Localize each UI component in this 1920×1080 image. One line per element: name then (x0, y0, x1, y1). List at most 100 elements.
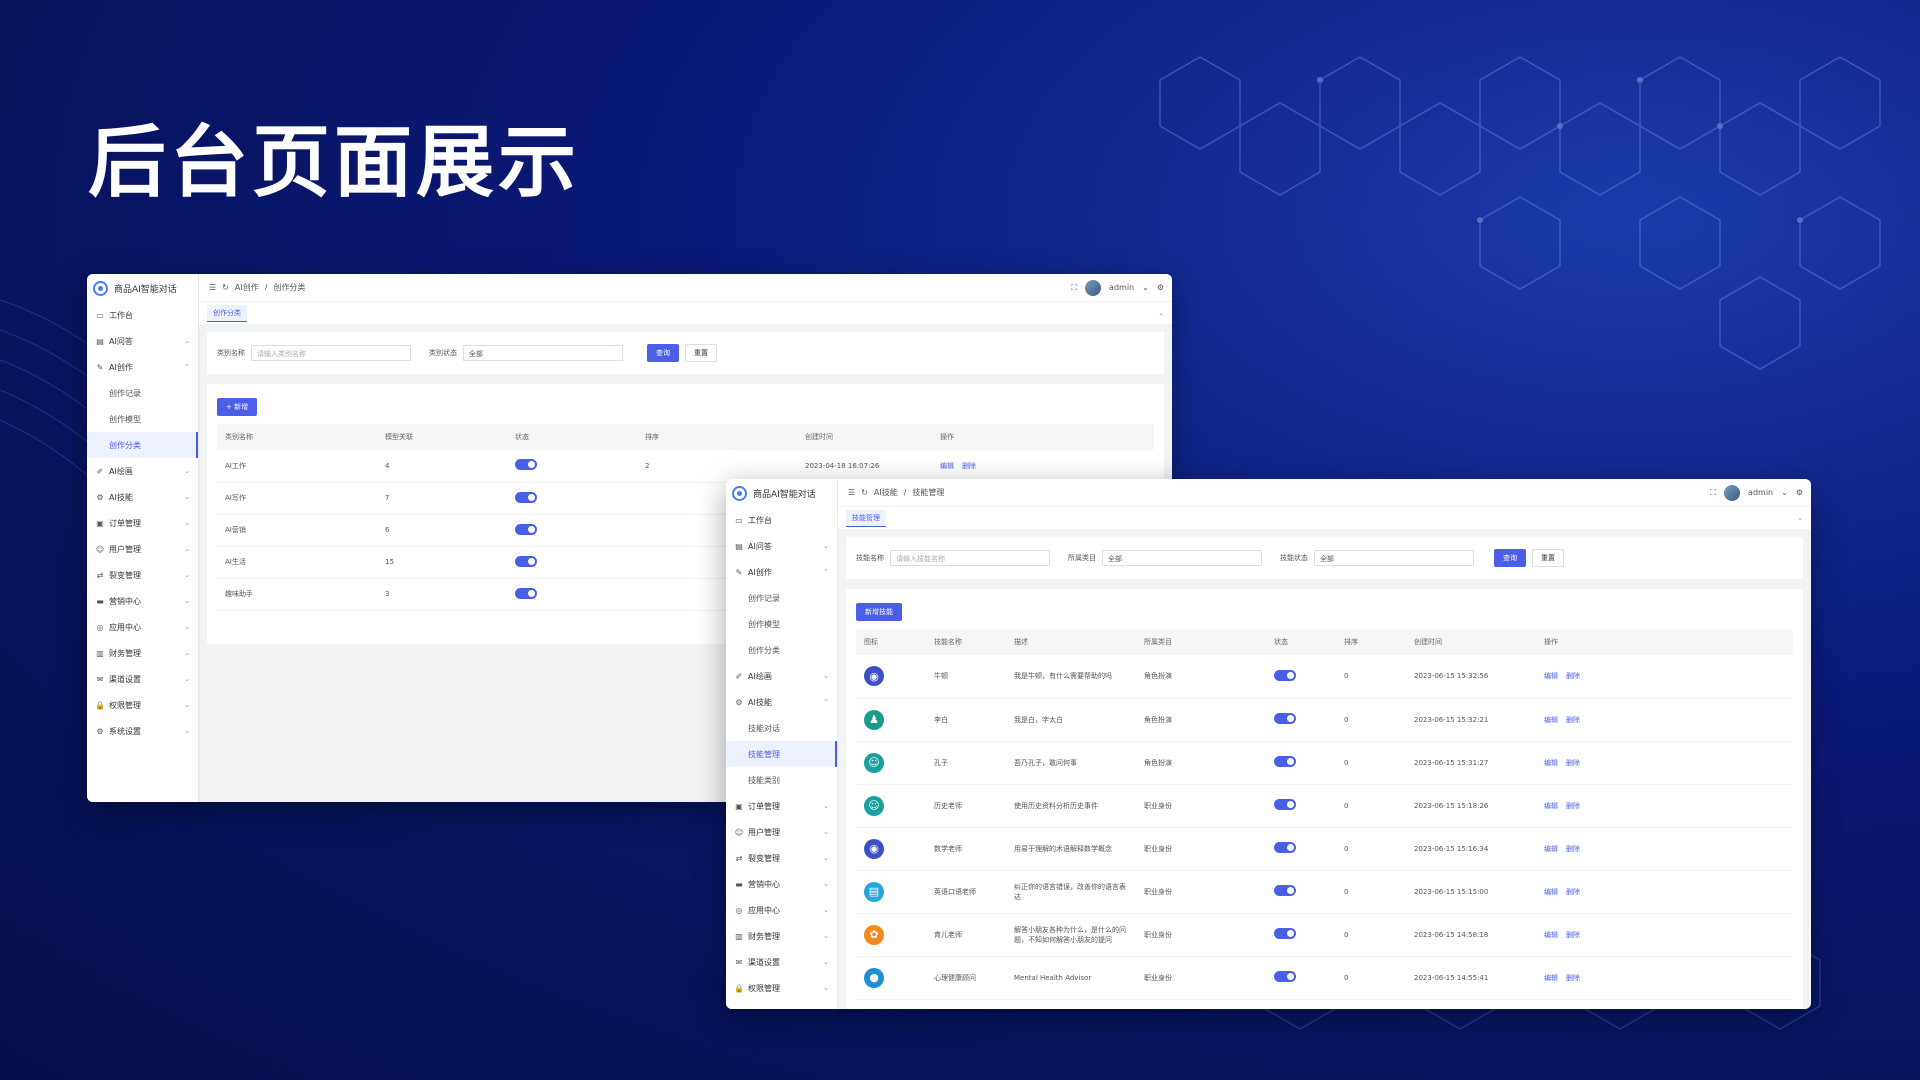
sidebar-item[interactable]: ☺ 用户管理 ⌄ (87, 536, 198, 562)
menu-toggle-icon[interactable]: ☰ (848, 488, 855, 497)
sidebar-item[interactable]: 创作记录 (87, 380, 198, 406)
delete-link[interactable]: 删除 (1566, 759, 1580, 767)
sidebar-item[interactable]: ☺ 用户管理 ⌄ (726, 819, 837, 845)
sidebar-item[interactable]: ▥ 财务管理 ⌄ (87, 640, 198, 666)
fullscreen-icon[interactable]: ⛶ (1710, 488, 1716, 498)
sidebar-item[interactable]: ✐ AI绘画 ⌄ (87, 458, 198, 484)
status-toggle[interactable] (1274, 713, 1296, 724)
status-toggle[interactable] (1274, 971, 1296, 982)
edit-link[interactable]: 编辑 (1544, 888, 1558, 896)
sidebar-item[interactable]: 技能管理 (726, 741, 837, 767)
sidebar-item[interactable]: ▭ 工作台 (726, 507, 837, 533)
reset-button[interactable]: 重置 (1532, 549, 1564, 567)
delete-link[interactable]: 删除 (1566, 931, 1580, 939)
status-toggle[interactable] (1274, 842, 1296, 853)
refresh-icon[interactable]: ↻ (222, 283, 229, 292)
sidebar-item[interactable]: ◎ 应用中心 ⌄ (726, 897, 837, 923)
sidebar-item[interactable]: 创作模型 (87, 406, 198, 432)
status-toggle[interactable] (1274, 928, 1296, 939)
sidebar-item[interactable]: 🔒 权限管理 ⌄ (87, 692, 198, 718)
edit-link[interactable]: 编辑 (1544, 716, 1558, 724)
sidebar-item[interactable]: ▬ 营销中心 ⌄ (726, 871, 837, 897)
sidebar-item[interactable]: 🔒 权限管理 ⌄ (726, 975, 837, 1001)
avatar[interactable] (1085, 279, 1102, 296)
chevron-down-icon[interactable]: ⌄ (1797, 514, 1803, 522)
add-skill-button[interactable]: 新增技能 (856, 603, 902, 621)
sidebar-item[interactable]: 创作记录 (726, 585, 837, 611)
query-button[interactable]: 查询 (1494, 549, 1526, 567)
sidebar-item[interactable]: ✉ 渠道设置 ⌄ (726, 949, 837, 975)
tab-active[interactable]: 技能管理 (846, 509, 886, 527)
sidebar-item[interactable]: 技能类别 (726, 767, 837, 793)
sidebar-item[interactable]: ✉ 渠道设置 ⌄ (87, 666, 198, 692)
status-toggle[interactable] (515, 523, 537, 535)
chevron-down-icon[interactable]: ⌄ (1158, 309, 1164, 317)
sidebar-item[interactable]: ⚙ AI技能 ⌄ (87, 484, 198, 510)
edit-link[interactable]: 编辑 (1544, 759, 1558, 767)
user-name[interactable]: admin (1748, 488, 1773, 497)
skill-status-select[interactable]: 全部 (1314, 550, 1474, 566)
delete-link[interactable]: 删除 (962, 462, 976, 470)
status-toggle[interactable] (515, 587, 537, 599)
menu-toggle-icon[interactable]: ☰ (209, 283, 216, 292)
sidebar-item[interactable]: ▤ AI问答 ⌄ (87, 328, 198, 354)
sidebar-item[interactable]: ▣ 订单管理 ⌄ (726, 793, 837, 819)
sidebar-item[interactable]: 创作分类 (726, 637, 837, 663)
edit-link[interactable]: 编辑 (1544, 845, 1558, 853)
category-name-input[interactable]: 请输入类别名称 (251, 345, 411, 361)
sidebar-item[interactable]: ⇄ 裂变管理 ⌄ (726, 845, 837, 871)
sidebar-item[interactable]: ▣ 订单管理 ⌄ (87, 510, 198, 536)
query-button[interactable]: 查询 (647, 344, 679, 362)
tab-active[interactable]: 创作分类 (207, 304, 247, 322)
sidebar-item[interactable]: 创作模型 (726, 611, 837, 637)
sidebar-item[interactable]: ◎ 应用中心 ⌄ (87, 614, 198, 640)
sidebar-item[interactable]: 技能对话 (726, 715, 837, 741)
sidebar-item[interactable]: ⇄ 裂变管理 ⌄ (87, 562, 198, 588)
edit-link[interactable]: 编辑 (1544, 974, 1558, 982)
skill-category: 职业身份 (1136, 870, 1266, 914)
delete-link[interactable]: 删除 (1566, 716, 1580, 724)
sidebar-item[interactable]: ▤ AI问答 ⌄ (726, 533, 837, 559)
gear-icon: ⚙ (735, 697, 743, 707)
sidebar-item[interactable]: ▥ 财务管理 ⌄ (726, 923, 837, 949)
fullscreen-icon[interactable]: ⛶ (1071, 283, 1077, 293)
status-toggle[interactable] (1274, 885, 1296, 896)
sidebar-item[interactable]: ⚙ AI技能 ⌃ (726, 689, 837, 715)
edit-link[interactable]: 编辑 (1544, 931, 1558, 939)
delete-link[interactable]: 删除 (1566, 845, 1580, 853)
chevron-down-icon[interactable]: ⌄ (1781, 488, 1788, 497)
category-status-select[interactable]: 全部 (463, 345, 623, 361)
skill-name-input[interactable]: 请输入技能名称 (890, 550, 1050, 566)
status-toggle[interactable] (515, 555, 537, 567)
status-toggle[interactable] (1274, 669, 1296, 681)
category-select[interactable]: 全部 (1102, 550, 1262, 566)
edit-link[interactable]: 编辑 (1544, 802, 1558, 810)
sidebar-item[interactable]: ✎ AI创作 ⌃ (726, 559, 837, 585)
status-toggle[interactable] (1274, 799, 1296, 810)
status-toggle[interactable] (1274, 756, 1296, 767)
sidebar-item[interactable]: ✎ AI创作 ⌃ (87, 354, 198, 380)
breadcrumb-item[interactable]: AI技能 (874, 487, 898, 498)
add-button[interactable]: + 新增 (217, 398, 258, 416)
chevron-down-icon[interactable]: ⌄ (1142, 283, 1149, 292)
status-toggle[interactable] (515, 491, 537, 503)
status-toggle[interactable] (515, 459, 537, 471)
avatar[interactable] (1724, 484, 1741, 501)
sidebar-item[interactable]: ▭ 工作台 (87, 302, 198, 328)
refresh-icon[interactable]: ↻ (861, 488, 868, 497)
edit-link[interactable]: 编辑 (940, 462, 954, 470)
edit-link[interactable]: 编辑 (1544, 672, 1558, 680)
user-name[interactable]: admin (1109, 283, 1134, 292)
gear-icon[interactable]: ⚙ (1157, 283, 1164, 292)
delete-link[interactable]: 删除 (1566, 974, 1580, 982)
sidebar-item[interactable]: ▬ 营销中心 ⌄ (87, 588, 198, 614)
sidebar-item[interactable]: ✐ AI绘画 ⌄ (726, 663, 837, 689)
breadcrumb-item[interactable]: AI创作 (235, 282, 259, 293)
sidebar-item[interactable]: ⚙ 系统设置 ⌄ (87, 718, 198, 744)
gear-icon[interactable]: ⚙ (1796, 488, 1803, 497)
reset-button[interactable]: 重置 (685, 344, 717, 362)
delete-link[interactable]: 删除 (1566, 802, 1580, 810)
sidebar-item[interactable]: 创作分类 (87, 432, 198, 458)
delete-link[interactable]: 删除 (1566, 888, 1580, 896)
delete-link[interactable]: 删除 (1566, 672, 1580, 680)
